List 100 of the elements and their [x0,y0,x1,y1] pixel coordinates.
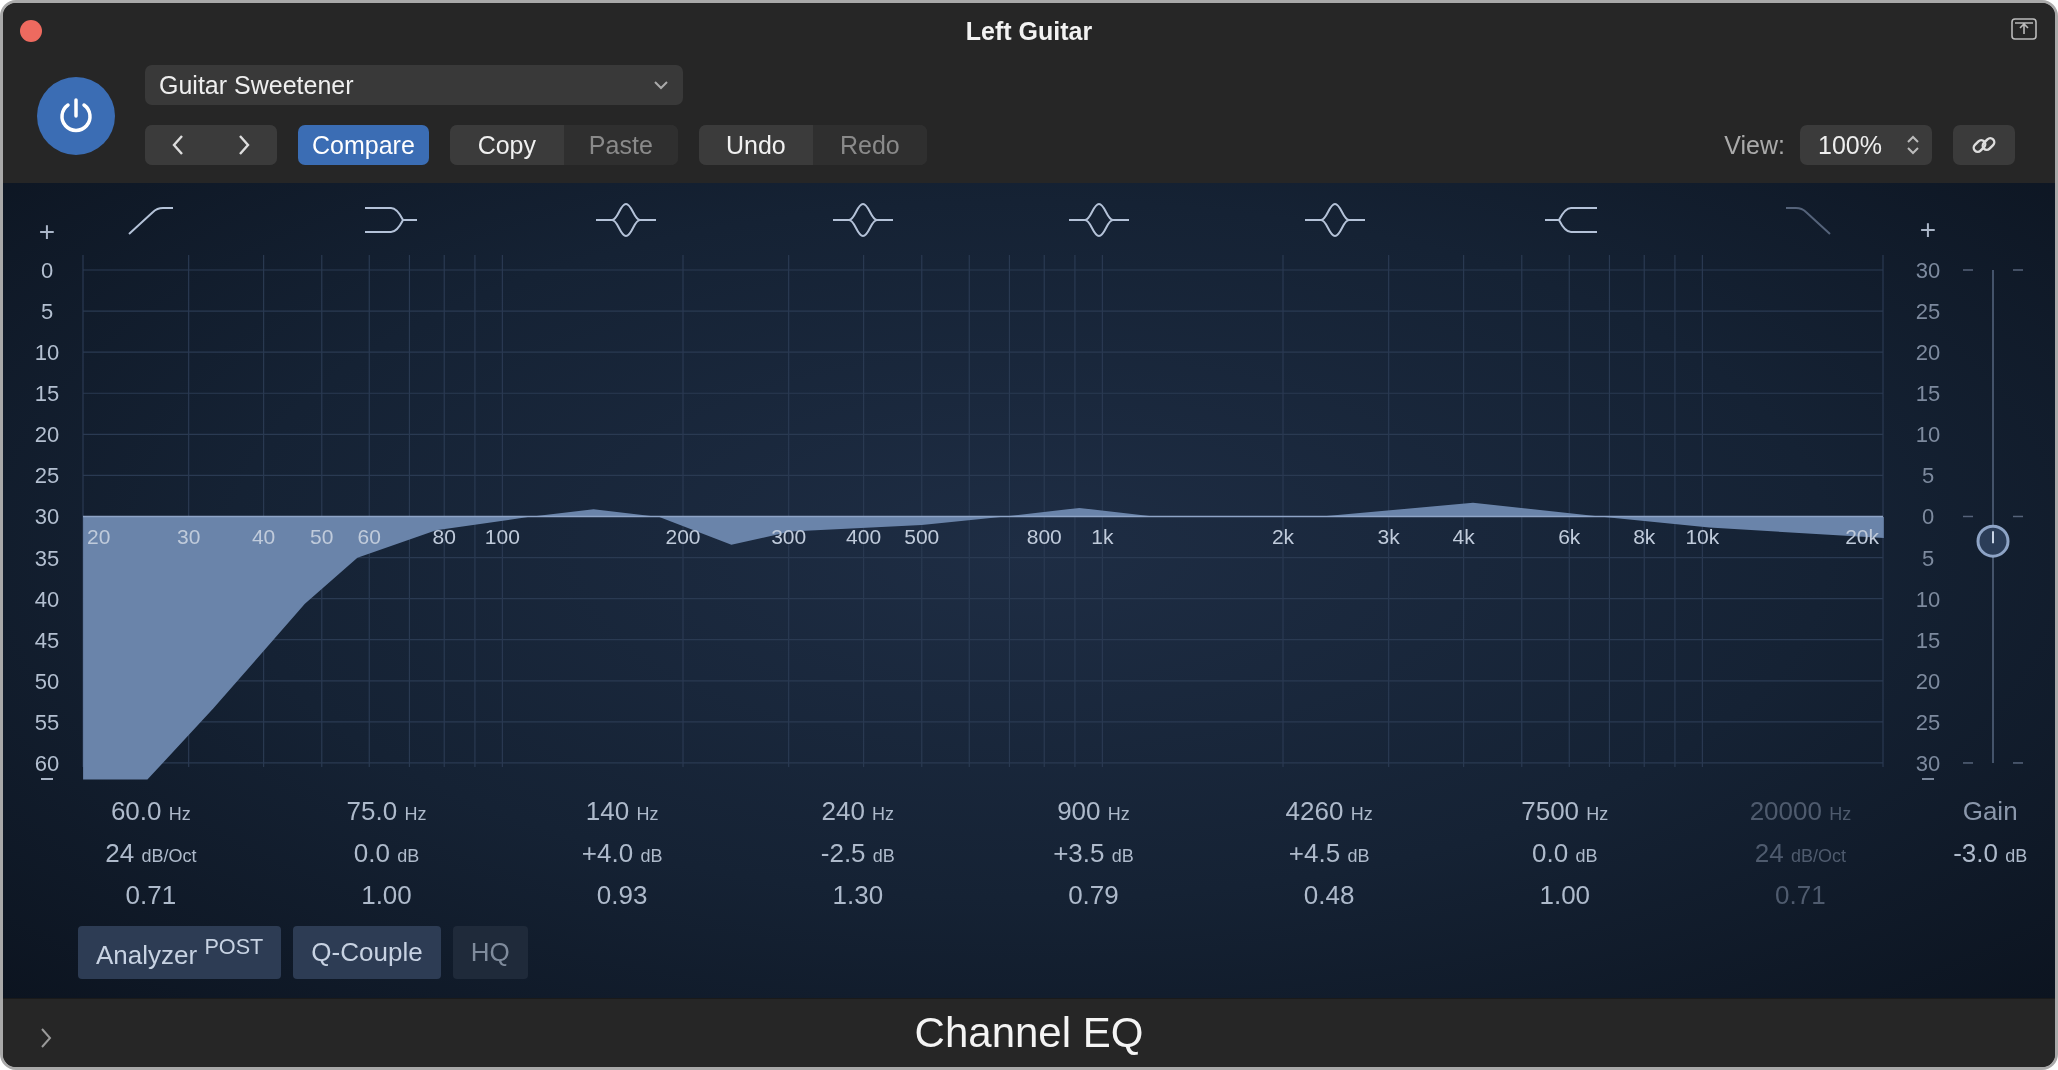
scale-label: 5 [1921,463,1935,489]
next-button[interactable] [211,125,277,165]
window-title: Left Guitar [965,16,1093,46]
toggle-button[interactable]: Analyzer $^{POST}$ [78,926,282,979]
scale-label: 60 [34,750,60,776]
frequency-label: 80 [432,525,456,548]
scale-label: 30 [1915,750,1941,776]
frequency-value[interactable]: 75.0 Hz [346,790,427,832]
scale-label: 50 [34,668,60,694]
gain-value[interactable]: 0.0 dB [353,832,420,874]
scale-label: 15 [34,381,60,407]
frequency-label: 20 [87,525,111,548]
q-value[interactable]: 0.71 [125,874,177,916]
frequency-label: 800 [1026,525,1062,548]
scale-label: 15 [1915,627,1941,653]
scale-label: 55 [34,709,60,735]
preset-dropdown[interactable]: Guitar Sweetener [145,65,683,105]
q-value[interactable]: 1.00 [1539,874,1591,916]
scale-label: 25 [1915,709,1941,735]
scale-label: 35 [34,545,60,571]
scale-label: 45 [34,627,60,653]
gain-value[interactable]: -2.5 dB [820,832,895,874]
scale-label: 15 [1915,381,1941,407]
frequency-label: 6k [1558,525,1581,548]
gain-slider[interactable] [1976,269,2010,764]
frequency-label: 200 [665,525,701,548]
frequency-label: 2k [1271,525,1295,548]
caret-icon [653,80,669,90]
gain-value[interactable]: -3.0 dB [1953,832,2028,874]
scale-label: 5 [1921,545,1935,571]
gain-label: Gain [1962,795,2018,828]
scale-label: 0 [1921,504,1935,530]
q-value[interactable]: 0.48 [1303,874,1355,916]
scale-label: 20 [1915,340,1941,366]
frequency-value[interactable]: 140 Hz [585,790,659,832]
chevron-icon[interactable] [39,1027,53,1049]
zoom-in-mark[interactable]: + [38,216,56,247]
band-shape-icon[interactable] [364,207,418,233]
frequency-value[interactable]: 900 Hz [1057,790,1130,832]
scale-label: 10 [34,340,60,366]
frequency-label: 1k [1091,525,1114,548]
zoom-in-mark[interactable]: + [1919,214,1937,245]
history-button[interactable]: Undo [698,125,813,165]
band-shape-icon[interactable] [1304,203,1366,237]
scale-label: 10 [1915,586,1941,612]
frequency-value[interactable]: 4260 Hz [1285,790,1373,832]
scale-label: 20 [34,422,60,448]
zoom-out-mark[interactable] [1921,778,1935,780]
link-button[interactable] [1953,125,2015,165]
scale-label: 30 [1915,258,1941,283]
band-shape-icon[interactable] [1544,207,1598,233]
scale-label: 40 [34,586,60,612]
frequency-value[interactable]: 240 Hz [821,790,895,832]
gain-value[interactable]: +3.5 dB [1053,832,1134,874]
band-shape-icon[interactable] [832,203,894,237]
close-button[interactable] [20,20,42,42]
band-shape-icon[interactable] [1068,203,1130,237]
plugin-name: Channel EQ [914,1009,1144,1057]
scale-label: 20 [1915,668,1941,694]
stepper-icon [1906,133,1920,157]
chevron-right-icon [237,134,251,156]
scale-label: 5 [40,299,54,325]
frequency-label: 100 [484,525,520,548]
q-value[interactable]: 0.93 [596,874,648,916]
gain-slider-thumb[interactable] [1976,524,2010,558]
previous-button[interactable] [145,125,211,165]
q-value[interactable]: 1.00 [361,874,412,916]
frequency-label: 30 [177,525,201,548]
view-label: View: [1724,130,1785,160]
view-dropdown[interactable]: 100% [1800,125,1932,165]
gain-value[interactable]: +4.5 dB [1288,832,1370,874]
frequency-label: 400 [846,525,882,548]
frequency-label: 60 [357,525,381,548]
edit-button[interactable]: Copy [449,125,564,165]
scale-label: 30 [34,504,60,530]
gain-value[interactable]: 0.0 dB [1532,832,1598,874]
toggle-button[interactable]: HQ [452,926,528,979]
frequency-label: 3k [1377,525,1400,548]
gain-value[interactable]: +4.0 dB [581,832,663,874]
toggle-button[interactable]: Q-Couple [293,926,441,979]
frequency-value[interactable]: 60.0 Hz [110,790,191,832]
compare-button[interactable]: Compare [298,125,429,165]
band-shape-icon[interactable] [128,207,174,235]
frequency-label: 8k [1633,525,1656,548]
gain-value[interactable]: 24 dB/Oct [105,832,197,874]
frequency-value[interactable]: 7500 Hz [1521,790,1609,832]
frequency-label: 50 [310,525,334,548]
q-value[interactable]: 1.30 [832,874,884,916]
frequency-label: 10k [1685,525,1720,548]
zoom-out-mark[interactable] [40,778,54,780]
frequency-label: 4k [1452,525,1475,548]
frequency-label: 500 [904,525,940,548]
band-shape-icon[interactable] [595,203,657,237]
window-float-icon[interactable] [2011,18,2037,40]
scale-label: 25 [34,463,60,489]
frequency-label: 40 [251,525,276,548]
scale-label: 25 [1915,299,1941,325]
q-value[interactable]: 0.79 [1068,874,1119,916]
frequency-label: 300 [771,525,807,548]
scale-label: 10 [1915,422,1941,448]
